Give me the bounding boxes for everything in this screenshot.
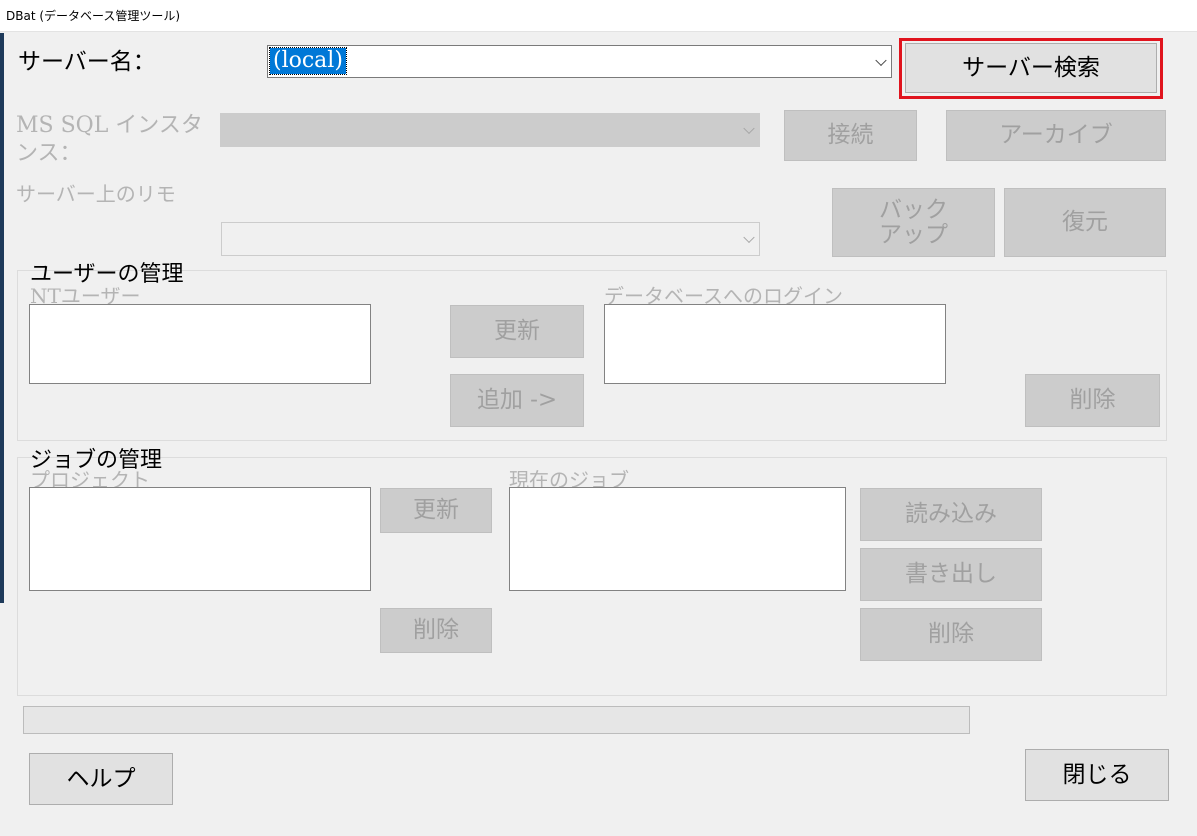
background-window-edge: [0, 33, 4, 603]
export-button[interactable]: 書き出し: [860, 548, 1042, 601]
instance-combobox[interactable]: [220, 113, 760, 147]
connect-button[interactable]: 接続: [784, 110, 917, 161]
current-jobs-list[interactable]: [509, 487, 846, 591]
job-delete-button[interactable]: 削除: [860, 608, 1042, 661]
remote-combobox[interactable]: [221, 222, 760, 256]
backup-button[interactable]: バック アップ: [832, 188, 995, 257]
server-name-value: (local): [269, 47, 347, 75]
add-user-button[interactable]: 追加 ->: [450, 374, 584, 427]
import-button[interactable]: 読み込み: [860, 488, 1042, 541]
window-titlebar: DBat (データベース管理ツール): [0, 0, 1197, 32]
db-logins-list[interactable]: [604, 304, 946, 384]
chevron-down-icon[interactable]: [743, 122, 755, 135]
window-title: DBat (データベース管理ツール): [6, 9, 181, 23]
ms-sql-instance-label: MS SQL インスタンス：: [16, 113, 203, 166]
highlight-box: [899, 38, 1163, 99]
delete-login-button[interactable]: 削除: [1025, 374, 1160, 427]
user-refresh-button[interactable]: 更新: [450, 305, 584, 358]
close-button[interactable]: 閉じる: [1025, 749, 1169, 801]
chevron-down-icon[interactable]: [875, 54, 887, 66]
restore-button[interactable]: 復元: [1004, 188, 1166, 257]
remote-label: サーバー上のリモ: [16, 182, 176, 206]
server-name-label: サーバー名：: [18, 49, 156, 75]
projects-list[interactable]: [29, 487, 371, 591]
project-refresh-button[interactable]: 更新: [380, 488, 492, 533]
nt-users-list[interactable]: [29, 304, 371, 384]
archive-button[interactable]: アーカイブ: [946, 110, 1166, 161]
project-delete-button[interactable]: 削除: [380, 608, 492, 653]
help-button[interactable]: ヘルプ: [29, 753, 173, 805]
progress-bar: [23, 706, 970, 734]
chevron-down-icon[interactable]: [743, 231, 755, 244]
server-name-combobox[interactable]: (local): [267, 45, 892, 78]
